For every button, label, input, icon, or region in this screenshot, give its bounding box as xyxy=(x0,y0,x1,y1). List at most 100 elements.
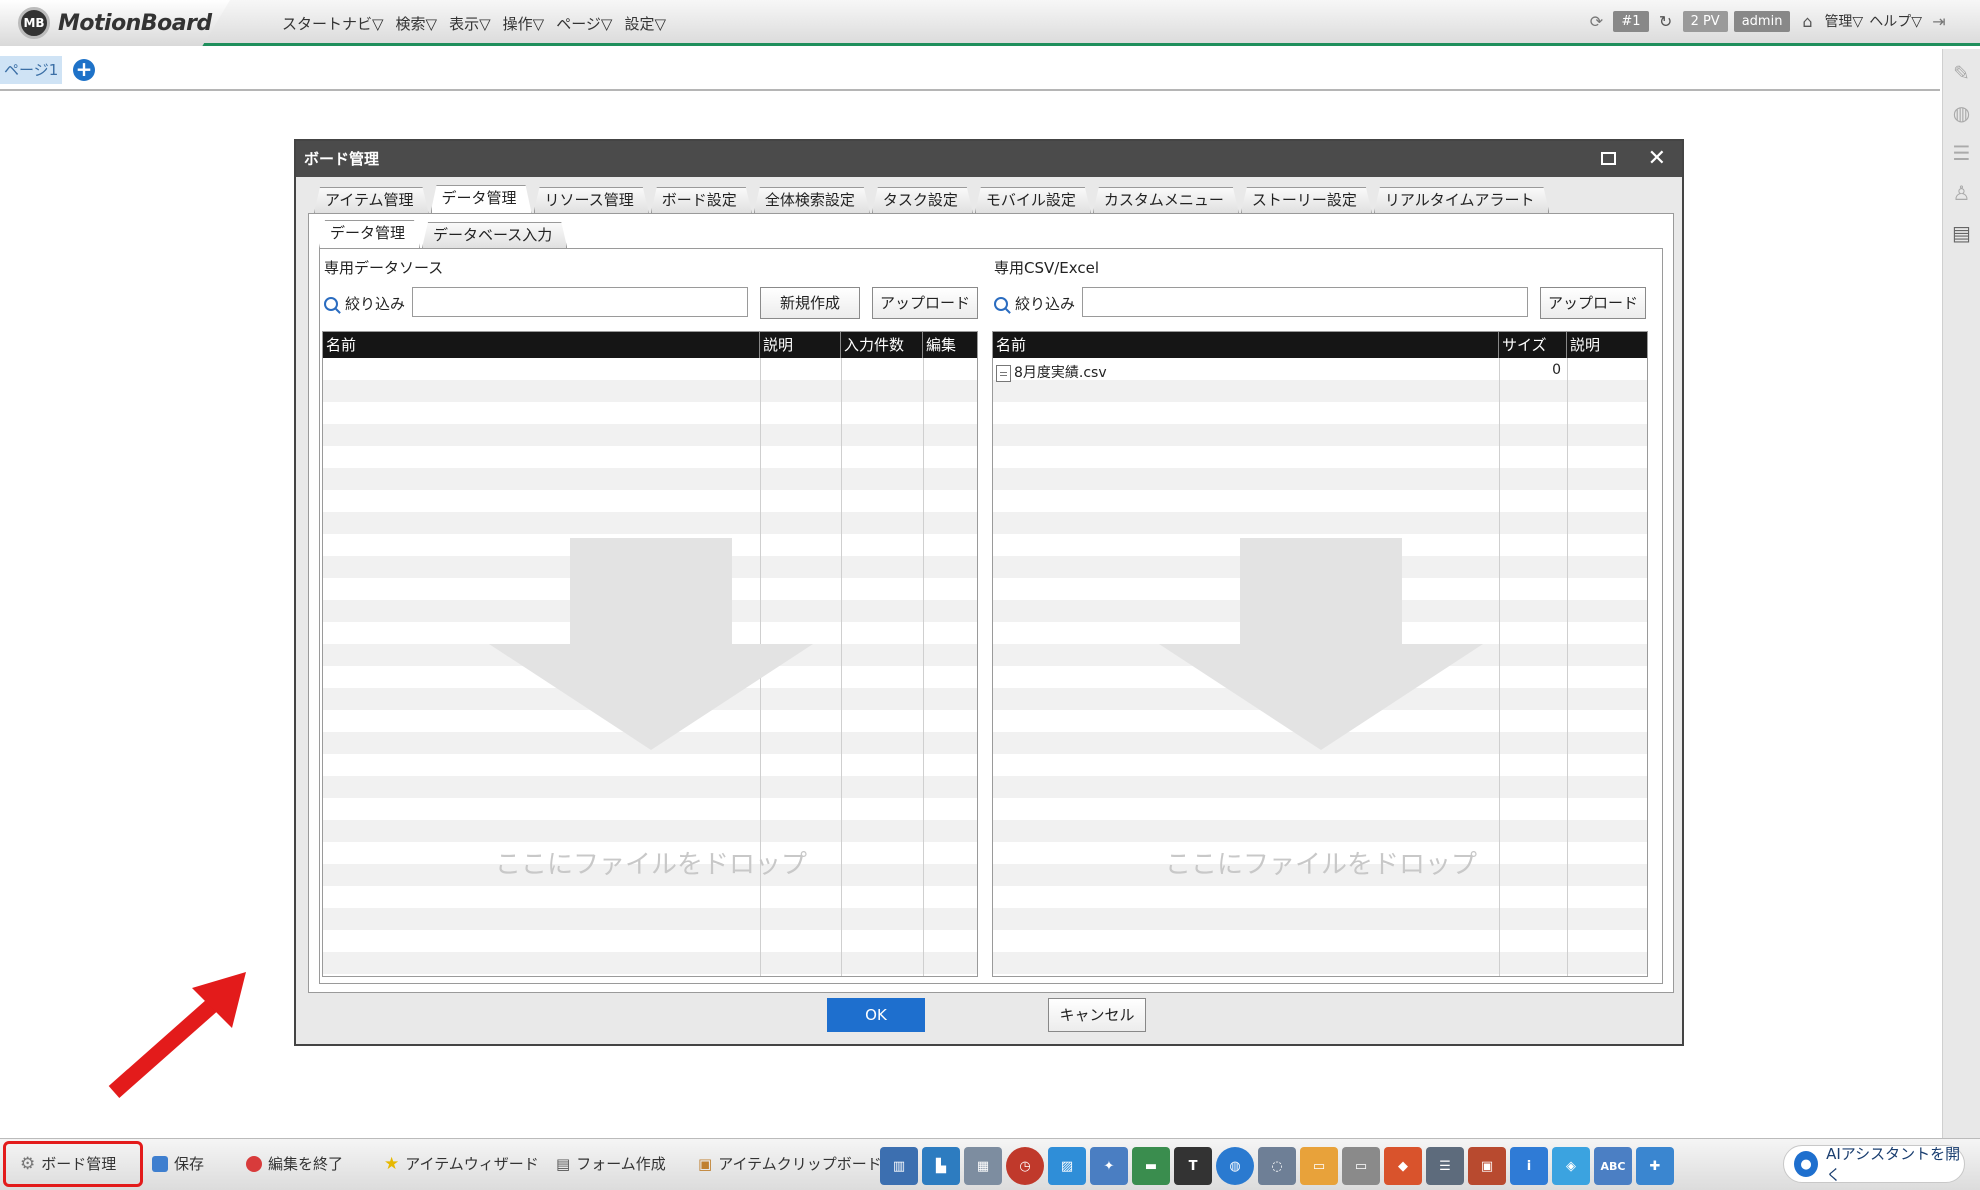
item-clipboard-button[interactable]: ▣ アイテムクリップボード xyxy=(698,1153,882,1174)
app-logo[interactable]: MB MotionBoard xyxy=(0,0,230,46)
save-button[interactable]: 保存 xyxy=(152,1153,204,1174)
info-icon[interactable]: i xyxy=(1510,1147,1548,1185)
refresh-icon[interactable]: ↻ xyxy=(1655,10,1677,32)
csv-upload-button[interactable]: アップロード xyxy=(1540,287,1646,319)
grid-icon[interactable]: ▦ xyxy=(964,1147,1002,1185)
home-icon[interactable]: ⌂ xyxy=(1796,10,1818,32)
pencil-icon[interactable]: ✎ xyxy=(1949,61,1975,87)
abc-icon[interactable]: ABC xyxy=(1594,1147,1632,1185)
board-management-label: ボード管理 xyxy=(41,1155,117,1173)
subtab-database-input[interactable]: データベース入力 xyxy=(422,222,567,248)
drop-arrow-icon xyxy=(489,538,813,750)
app-window: { "app": {"logo_mark": "MB", "logo_text"… xyxy=(0,0,1980,1190)
wand-icon: ★ xyxy=(384,1153,400,1174)
datasource-table[interactable]: 名前 説明 入力件数 編集 ここにファイルをドロップ xyxy=(322,331,978,977)
menu-settings[interactable]: 設定▽ xyxy=(624,13,666,34)
puzzle-icon[interactable]: ✚ xyxy=(1636,1147,1674,1185)
menu-page[interactable]: ページ▽ xyxy=(556,13,612,34)
datasource-filter-input[interactable] xyxy=(412,287,748,317)
save-icon xyxy=(152,1155,168,1172)
tab-mobile-settings[interactable]: モバイル設定 xyxy=(975,187,1091,213)
user-badge[interactable]: admin xyxy=(1733,10,1791,32)
sync-icon[interactable]: ⟳ xyxy=(1585,10,1607,32)
image-icon[interactable]: ▨ xyxy=(1048,1147,1086,1185)
network-icon[interactable]: ✦ xyxy=(1090,1147,1128,1185)
list-icon[interactable]: ☰ xyxy=(1426,1147,1464,1185)
document-icon[interactable]: ▤ xyxy=(1949,221,1975,247)
exit-edit-button[interactable]: 編集を終了 xyxy=(246,1153,343,1174)
tab-task-settings[interactable]: タスク設定 xyxy=(872,187,973,213)
menu-operation[interactable]: 操作▽ xyxy=(503,13,545,34)
tab-realtime-alert[interactable]: リアルタイムアラート xyxy=(1374,187,1550,213)
csv-filter-label: 絞り込み xyxy=(994,293,1075,314)
form-create-button[interactable]: ▤ フォーム作成 xyxy=(556,1153,666,1174)
button-icon[interactable]: ▭ xyxy=(1342,1147,1380,1185)
col-description[interactable]: 説明 xyxy=(1567,332,1647,358)
menu-view[interactable]: 表示▽ xyxy=(449,13,491,34)
logout-icon[interactable]: ⇥ xyxy=(1928,10,1950,32)
filter-label: 絞り込み xyxy=(1015,295,1076,313)
user-filter-icon[interactable]: ♙ xyxy=(1949,181,1975,207)
cancel-button[interactable]: キャンセル xyxy=(1048,998,1146,1032)
close-icon[interactable]: ✕ xyxy=(1648,141,1666,177)
tab-custom-menu[interactable]: カスタムメニュー xyxy=(1093,187,1239,213)
sub-tabs: データ管理 データベース入力 xyxy=(319,220,569,248)
chart-icon[interactable]: ▙ xyxy=(922,1147,960,1185)
window-icon[interactable]: ▣ xyxy=(1468,1147,1506,1185)
tab-global-search-settings[interactable]: 全体検索設定 xyxy=(754,187,870,213)
maximize-icon[interactable] xyxy=(1601,152,1616,165)
menu-search[interactable]: 検索▽ xyxy=(396,13,438,34)
datasource-upload-button[interactable]: アップロード xyxy=(872,287,978,319)
dialog-tabs: アイテム管理 データ管理 リソース管理 ボード設定 全体検索設定 タスク設定 モ… xyxy=(308,185,1674,213)
ok-button[interactable]: OK xyxy=(827,998,925,1032)
drop-zone-text: ここにファイルをドロップ xyxy=(494,850,807,880)
menu-start-navi[interactable]: スタートナビ▽ xyxy=(282,13,384,34)
globe-search-icon[interactable]: ◍ xyxy=(1949,101,1975,127)
globe-icon[interactable]: ◍ xyxy=(1216,1147,1254,1185)
layout-icon[interactable]: ▥ xyxy=(880,1147,918,1185)
folder-icon[interactable]: ▭ xyxy=(1300,1147,1338,1185)
csv-table[interactable]: 名前 サイズ 説明 8月度実績.csv 0 ここにファイルをドロップ xyxy=(992,331,1648,977)
col-name[interactable]: 名前 xyxy=(993,332,1499,358)
datasource-table-header: 名前 説明 入力件数 編集 xyxy=(323,332,977,358)
file-icon xyxy=(996,364,1011,382)
logo-mark-icon: MB xyxy=(18,7,50,39)
new-datasource-button[interactable]: 新規作成 xyxy=(760,287,860,319)
col-description[interactable]: 説明 xyxy=(760,332,841,358)
col-name[interactable]: 名前 xyxy=(323,332,760,358)
tab-story-settings[interactable]: ストーリー設定 xyxy=(1241,187,1372,213)
shapes-icon[interactable]: ◆ xyxy=(1384,1147,1422,1185)
tab-data-management[interactable]: データ管理 xyxy=(431,185,532,213)
add-page-icon[interactable]: + xyxy=(73,59,95,81)
tab-resource-management[interactable]: リソース管理 xyxy=(534,187,649,213)
clock-icon[interactable]: ◷ xyxy=(1006,1147,1044,1185)
dialog-title: ボード管理 xyxy=(304,150,380,168)
table-row[interactable]: 8月度実績.csv 0 xyxy=(993,358,1647,382)
tab-item-management[interactable]: アイテム管理 xyxy=(314,187,429,213)
csv-filter-input[interactable] xyxy=(1082,287,1528,317)
logo-text: MotionBoard xyxy=(58,10,212,36)
speech-bubble-icon[interactable]: ◌ xyxy=(1258,1147,1296,1185)
item-wizard-button[interactable]: ★ アイテムウィザード xyxy=(384,1153,539,1174)
item-wizard-label: アイテムウィザード xyxy=(405,1155,539,1173)
search-icon xyxy=(994,296,1008,311)
col-input-count[interactable]: 入力件数 xyxy=(841,332,923,358)
col-edit[interactable]: 編集 xyxy=(923,332,977,358)
tab-page1[interactable]: ページ1 xyxy=(0,56,63,84)
label-bar-icon[interactable]: ▬ xyxy=(1132,1147,1170,1185)
filter-icon[interactable]: ☰ xyxy=(1949,141,1975,167)
form-create-label: フォーム作成 xyxy=(576,1155,666,1173)
board-management-button[interactable]: ⚙ ボード管理 xyxy=(20,1153,116,1174)
dialog-titlebar[interactable]: ボード管理 ✕ xyxy=(296,141,1682,177)
tab-board-settings[interactable]: ボード設定 xyxy=(651,187,752,213)
top-right-controls: ⟳ #1 ↻ 2 PV admin ⌂ 管理▽ ヘルプ▽ ⇥ xyxy=(1585,10,1950,32)
annotation-arrow-icon xyxy=(108,972,246,1098)
ai-assistant-button[interactable]: ● AIアシスタントを開く xyxy=(1783,1145,1965,1184)
col-size[interactable]: サイズ xyxy=(1499,332,1567,358)
text-icon[interactable]: T xyxy=(1174,1147,1212,1185)
subtab-data-management[interactable]: データ管理 xyxy=(319,220,420,248)
cube-icon[interactable]: ◈ xyxy=(1552,1147,1590,1185)
column-divider xyxy=(1567,358,1568,976)
menu-help[interactable]: ヘルプ▽ xyxy=(1869,11,1922,31)
menu-admin[interactable]: 管理▽ xyxy=(1824,11,1863,31)
